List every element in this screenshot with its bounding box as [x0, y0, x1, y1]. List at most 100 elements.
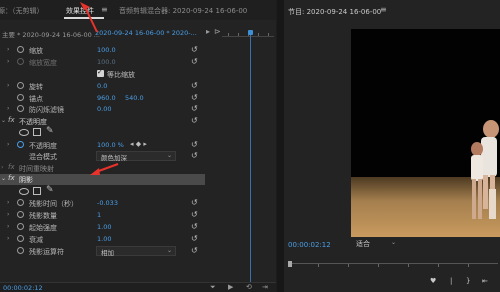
reset-icon[interactable]: ↺ — [191, 116, 198, 125]
fx-icon: fx — [8, 163, 15, 171]
tab-effect-controls[interactable]: 效果控件 — [66, 6, 94, 16]
filter-icon[interactable]: ⏷ — [210, 283, 216, 292]
panel-menu-icon[interactable]: ≡ — [101, 5, 108, 14]
master-clip-label[interactable]: 主要 * 2020-09-24 16-06-00 ... — [2, 29, 100, 39]
stopwatch-icon[interactable] — [17, 247, 24, 254]
reset-icon[interactable]: ↺ — [191, 93, 198, 102]
panel-divider[interactable] — [277, 0, 284, 292]
program-timecode[interactable]: 00:00:02:12 — [288, 241, 331, 249]
anchor-x-value[interactable]: 960.0 — [97, 94, 116, 102]
property-value[interactable]: 100.0 % — [97, 141, 124, 149]
expand-chevron-icon[interactable]: › — [7, 223, 9, 230]
reset-icon[interactable]: ↺ — [191, 246, 198, 255]
stopwatch-icon[interactable] — [17, 199, 24, 206]
fx-icon[interactable]: fx — [8, 116, 15, 124]
stopwatch-icon — [17, 58, 24, 65]
reset-icon[interactable]: ↺ — [191, 57, 198, 66]
section-label: 时间重映射 — [19, 165, 54, 173]
pen-mask-icon[interactable]: ✎ — [46, 185, 54, 195]
play-only-audio-icon[interactable]: ▸ — [206, 27, 210, 36]
reset-icon[interactable]: ↺ — [191, 45, 198, 54]
property-label: 锚点 — [29, 95, 43, 103]
property-value[interactable]: 0.00 — [97, 105, 111, 113]
expand-chevron-icon[interactable]: › — [7, 82, 9, 89]
reset-icon[interactable]: ↺ — [191, 234, 198, 243]
go-to-in-icon[interactable]: ⇤ — [482, 277, 488, 285]
property-row-start-intensity: › 起始强度 1.00 ↺ — [0, 222, 210, 233]
panel-tab-bar: 源：（无剪辑） 效果控件 ≡ 音频剪辑混合器: 2020-09-24 16-06… — [0, 0, 276, 20]
anchor-y-value[interactable]: 540.0 — [125, 94, 144, 102]
stopwatch-icon[interactable] — [17, 223, 24, 230]
reset-icon[interactable]: ↺ — [191, 222, 198, 231]
opacity-section-header[interactable]: ⌄ fx 不透明度 ↺ — [0, 116, 210, 127]
property-value[interactable]: 1.00 — [97, 223, 111, 231]
current-timecode[interactable]: 00:00:02:12 — [3, 284, 43, 292]
property-label: 旋转 — [29, 83, 43, 91]
expand-chevron-icon[interactable]: › — [7, 105, 9, 112]
collapse-chevron-icon[interactable]: ⌄ — [1, 175, 6, 182]
time-remapping-row[interactable]: › fx 时间重映射 — [0, 163, 210, 174]
property-value[interactable]: 1.00 — [97, 235, 111, 243]
stopwatch-icon[interactable] — [17, 235, 24, 242]
scrub-playhead[interactable] — [288, 261, 292, 267]
program-title[interactable]: 节目: 2020-09-24 16-06-00 — [288, 7, 381, 17]
ellipse-mask-icon[interactable] — [19, 188, 29, 195]
echo-operator-select[interactable]: 相加 ⌄ — [96, 246, 176, 257]
property-label: 缩放宽度 — [29, 59, 57, 67]
keyframe-nav-icon[interactable]: ◂ ◆ ▸ — [130, 140, 147, 148]
tab-audio-clip-mixer[interactable]: 音频剪辑混合器: 2020-09-24 16-06-00 — [119, 6, 247, 16]
stopwatch-icon[interactable] — [17, 82, 24, 89]
property-value[interactable]: -0.033 — [97, 199, 118, 207]
property-label: 混合模式 — [29, 153, 57, 161]
mark-in-icon[interactable]: | — [450, 277, 452, 285]
stopwatch-icon[interactable] — [17, 94, 24, 101]
loop-icon[interactable]: ⟲ — [246, 283, 252, 291]
sequence-clip-label[interactable]: 2020-09-24 16-06-00 * 2020-... — [95, 29, 197, 37]
property-label: 起始强度 — [29, 224, 57, 232]
select-value: 颜色加深 — [101, 154, 127, 162]
uniform-scale-checkbox[interactable] — [97, 68, 104, 77]
property-value[interactable]: 1 — [97, 211, 101, 219]
zoom-fit-select[interactable]: 适合 ⌄ — [354, 239, 396, 249]
play-icon[interactable]: ▶ — [228, 283, 233, 291]
fx-icon[interactable]: fx — [8, 174, 15, 182]
property-row-rotation: › 旋转 0.0 ↺ — [0, 81, 210, 92]
reset-icon[interactable]: ↺ — [191, 140, 198, 149]
property-value[interactable]: 0.0 — [97, 82, 107, 90]
expand-chevron-icon[interactable]: › — [1, 164, 3, 171]
stopwatch-icon[interactable] — [17, 141, 24, 148]
expand-chevron-icon[interactable]: › — [7, 211, 9, 218]
rectangle-mask-icon[interactable] — [33, 187, 41, 195]
video-preview[interactable] — [351, 29, 500, 237]
expand-chevron-icon[interactable]: › — [7, 199, 9, 206]
blend-mode-select[interactable]: 颜色加深 ⌄ — [96, 151, 176, 162]
program-scrub-bar[interactable] — [288, 261, 498, 269]
reset-icon[interactable]: ↺ — [191, 210, 198, 219]
expand-chevron-icon[interactable]: › — [7, 141, 9, 148]
stopwatch-icon[interactable] — [17, 46, 24, 53]
expand-chevron-icon[interactable]: › — [7, 58, 9, 65]
property-value[interactable]: 100.0 — [97, 46, 116, 54]
collapse-chevron-icon[interactable]: ⌄ — [1, 117, 6, 124]
rectangle-mask-icon[interactable] — [33, 128, 41, 136]
playhead-line — [250, 35, 251, 292]
ellipse-mask-icon[interactable] — [19, 129, 29, 136]
chevron-down-icon: ⌄ — [166, 247, 172, 254]
expand-chevron-icon[interactable]: › — [7, 235, 9, 242]
reset-icon[interactable]: ↺ — [191, 81, 198, 90]
reset-icon[interactable]: ↺ — [191, 198, 198, 207]
reset-icon[interactable]: ↺ — [191, 104, 198, 113]
stopwatch-icon[interactable] — [17, 105, 24, 112]
stopwatch-icon[interactable] — [17, 211, 24, 218]
tab-source[interactable]: 源：（无剪辑） — [0, 6, 44, 16]
add-marker-icon[interactable]: ♥ — [430, 277, 436, 285]
export-icon[interactable]: ⇥ — [262, 283, 268, 291]
expand-chevron-icon[interactable]: › — [7, 46, 9, 53]
echo-effect-header[interactable]: ⌄ fx 阴影 — [0, 174, 205, 185]
mark-out-icon[interactable]: } — [466, 277, 470, 285]
pen-mask-icon[interactable]: ✎ — [46, 126, 54, 136]
panel-menu-icon[interactable]: ≡ — [380, 5, 387, 14]
expand-timeline-icon[interactable]: ⊳ — [214, 27, 221, 36]
property-row-blend-mode: 混合模式 颜色加深 ⌄ ↺ — [0, 151, 210, 162]
reset-icon[interactable]: ↺ — [191, 151, 198, 160]
